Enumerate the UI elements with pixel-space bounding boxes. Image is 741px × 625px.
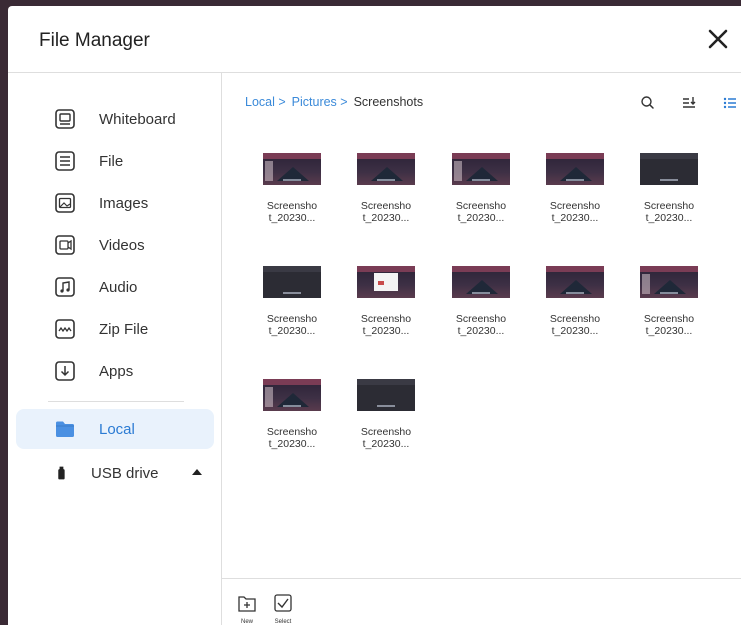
view-mode-button[interactable] <box>720 93 740 113</box>
close-button[interactable] <box>705 26 731 52</box>
apps-download-icon <box>55 361 75 381</box>
file-tile[interactable]: Screensho t_20230... <box>629 266 709 366</box>
thumbnail-image <box>640 266 698 298</box>
file-name: Screensho t_20230... <box>360 426 412 450</box>
sidebar-item-audio[interactable]: Audio <box>16 267 214 307</box>
sidebar-item-whiteboard[interactable]: Whiteboard <box>16 99 214 139</box>
breadcrumb: Local > Pictures > Screenshots <box>245 95 423 109</box>
file-tile[interactable]: Screensho t_20230... <box>535 266 615 366</box>
title-bar: File Manager <box>8 6 741 73</box>
file-icon <box>55 151 75 171</box>
sidebar-item-label: USB drive <box>91 464 159 482</box>
close-icon <box>708 29 728 49</box>
thumbnail-image <box>263 266 321 298</box>
file-tile[interactable]: Screensho t_20230... <box>252 379 332 479</box>
sidebar-item-label: Zip File <box>99 320 149 338</box>
file-name: Screensho t_20230... <box>266 426 318 450</box>
sidebar-item-videos[interactable]: Videos <box>16 225 214 265</box>
sidebar-item-label: Local <box>99 420 135 438</box>
sidebar-item-label: Videos <box>99 236 145 254</box>
sort-icon <box>683 97 696 108</box>
thumbnail-image <box>546 266 604 298</box>
thumbnail-image <box>263 379 321 411</box>
sidebar-item-local[interactable]: Local <box>16 409 214 449</box>
image-icon <box>55 193 75 213</box>
new-folder-icon <box>238 596 256 612</box>
sidebar-item-apps[interactable]: Apps <box>16 351 214 391</box>
search-icon <box>641 96 654 109</box>
video-icon <box>55 235 75 255</box>
sidebar-item-label: Images <box>99 194 149 212</box>
sidebar: Whiteboard File Images Videos Audio Zip … <box>8 73 222 625</box>
select-button[interactable]: Select <box>272 593 294 625</box>
breadcrumb-pictures[interactable]: Pictures > <box>292 95 348 109</box>
thumbnail-image <box>452 153 510 185</box>
file-tile[interactable]: Screensho t_20230... <box>252 153 332 253</box>
file-name: Screensho t_20230... <box>360 313 412 337</box>
search-button[interactable] <box>638 93 658 113</box>
file-tile[interactable]: Screensho t_20230... <box>252 266 332 366</box>
file-browser: Local > Pictures > Screenshots Screensho… <box>222 73 741 578</box>
file-tile[interactable]: Screensho t_20230... <box>346 379 426 479</box>
sidebar-item-images[interactable]: Images <box>16 183 214 223</box>
window-title: File Manager <box>39 30 150 51</box>
breadcrumb-screenshots: Screenshots <box>353 95 424 109</box>
file-name: Screensho t_20230... <box>360 200 412 224</box>
thumbnail-image <box>357 153 415 185</box>
sidebar-item-zip-file[interactable]: Zip File <box>16 309 214 349</box>
sort-button[interactable] <box>679 93 699 113</box>
file-name: Screensho t_20230... <box>266 200 318 224</box>
file-manager-window: File Manager Whiteboard File Images Vide… <box>8 6 741 625</box>
thumbnail-image <box>452 266 510 298</box>
breadcrumb-local[interactable]: Local > <box>245 95 286 109</box>
sidebar-item-label: Whiteboard <box>99 110 176 128</box>
thumbnail-image <box>640 153 698 185</box>
list-view-icon <box>723 97 736 109</box>
expand-caret-icon[interactable] <box>191 467 203 477</box>
select-label: Select <box>274 619 292 625</box>
file-tile[interactable]: Screensho t_20230... <box>441 266 521 366</box>
sidebar-item-label: Audio <box>99 278 138 296</box>
new-folder-button[interactable]: New <box>236 593 258 625</box>
file-tile[interactable]: Screensho t_20230... <box>441 153 521 253</box>
zip-file-icon <box>55 319 75 339</box>
file-tile[interactable]: Screensho t_20230... <box>346 153 426 253</box>
sidebar-item-label: Apps <box>99 362 134 380</box>
usb-drive-icon <box>58 466 65 480</box>
folder-icon <box>56 421 74 437</box>
bottom-toolbar: New Select <box>222 578 741 625</box>
checkbox-icon <box>274 594 292 612</box>
sidebar-item-usb-drive[interactable]: USB drive <box>8 453 206 493</box>
sidebar-item-file[interactable]: File <box>16 141 214 181</box>
file-name: Screensho t_20230... <box>549 313 601 337</box>
file-name: Screensho t_20230... <box>266 313 318 337</box>
file-tile[interactable]: Screensho t_20230... <box>535 153 615 253</box>
new-label: New <box>240 619 253 625</box>
file-tile[interactable]: Screensho t_20230... <box>346 266 426 366</box>
audio-icon <box>55 277 75 297</box>
sidebar-item-label: File <box>99 152 124 170</box>
file-tile[interactable]: Screensho t_20230... <box>629 153 709 253</box>
file-name: Screensho t_20230... <box>549 200 601 224</box>
file-name: Screensho t_20230... <box>643 313 695 337</box>
sidebar-divider <box>48 401 184 402</box>
file-name: Screensho t_20230... <box>455 313 507 337</box>
thumbnail-image <box>546 153 604 185</box>
thumbnail-image <box>357 379 415 411</box>
file-name: Screensho t_20230... <box>455 200 507 224</box>
file-name: Screensho t_20230... <box>643 200 695 224</box>
thumbnail-image <box>357 266 415 298</box>
thumbnail-image <box>263 153 321 185</box>
whiteboard-icon <box>55 109 75 129</box>
